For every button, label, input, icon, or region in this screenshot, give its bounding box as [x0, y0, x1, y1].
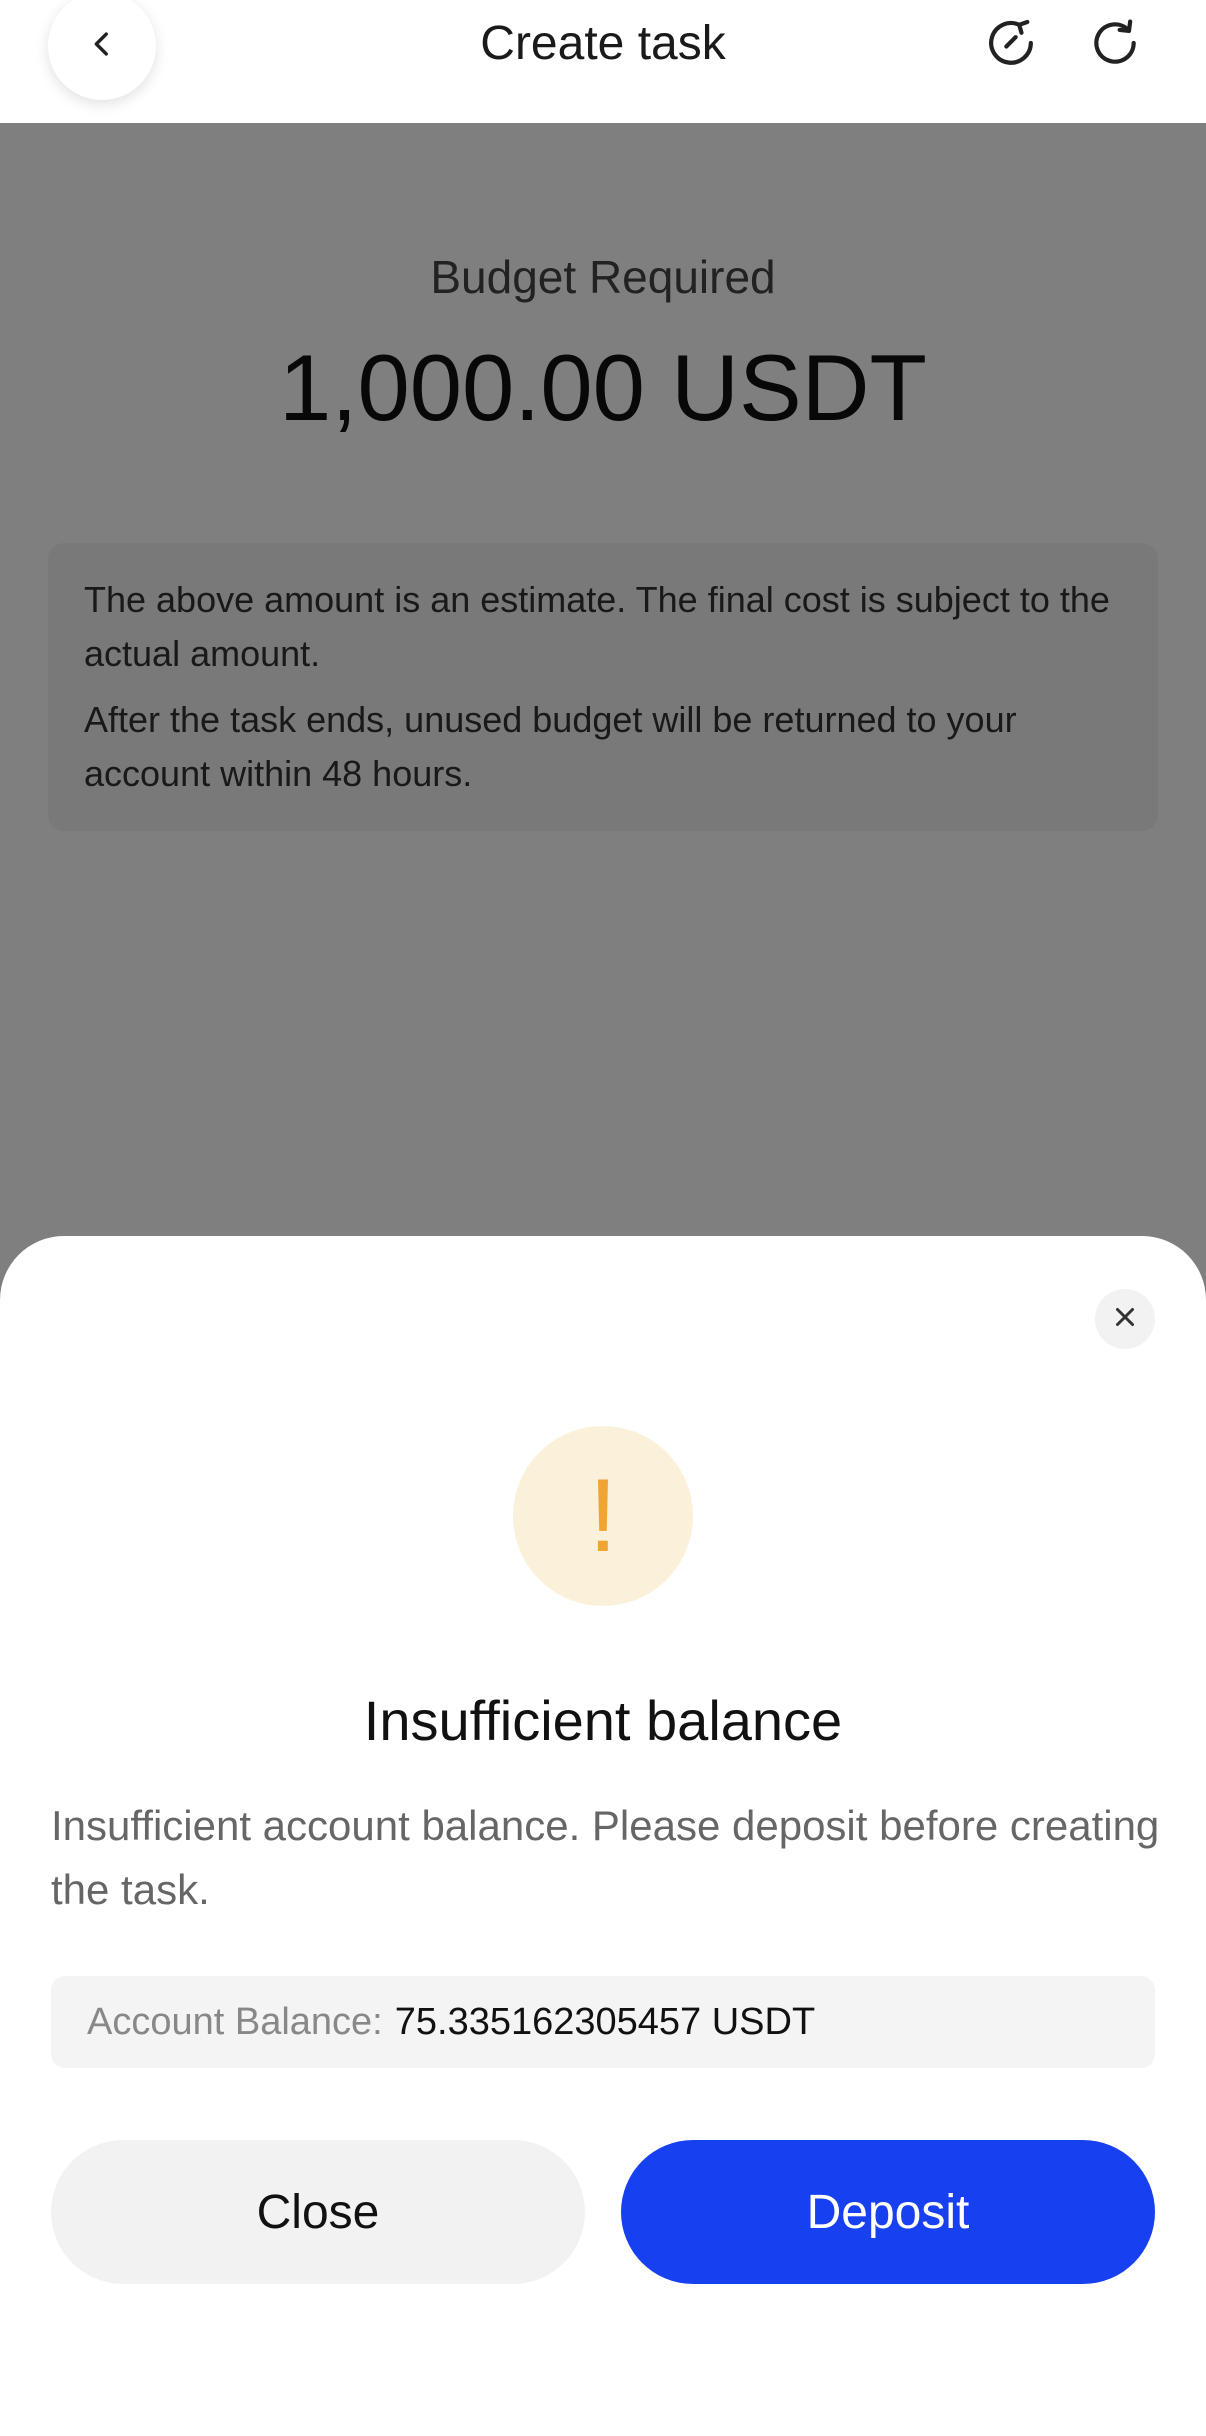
refresh-button[interactable] [1084, 14, 1146, 76]
exclamation-icon: ! [513, 1426, 693, 1606]
history-button[interactable] [980, 14, 1042, 76]
close-icon [1110, 1302, 1140, 1337]
close-button[interactable]: Close [51, 2140, 585, 2284]
create-task-page: Create task Budget Required 1,000.00 USD… [0, 0, 1206, 2436]
balance-label: Account Balance: [87, 2000, 383, 2043]
warning-symbol: ! [588, 1458, 618, 1574]
history-icon [983, 15, 1039, 76]
dialog-title: Insufficient balance [363, 1689, 843, 1752]
balance-value: 75.335162305457 USDT [394, 2000, 816, 2043]
refresh-icon [1087, 15, 1143, 76]
deposit-button[interactable]: Deposit [621, 2140, 1155, 2284]
insufficient-balance-sheet: ! Insufficient balance Insufficient acco… [0, 1236, 1206, 2436]
dialog-close-button[interactable] [1095, 1289, 1155, 1349]
dialog-message: Insufficient account balance. Please dep… [51, 1802, 1160, 1913]
account-balance: Account Balance: 75.335162305457 USDT [51, 1976, 1155, 2068]
top-bar: Create task [0, 0, 1206, 123]
